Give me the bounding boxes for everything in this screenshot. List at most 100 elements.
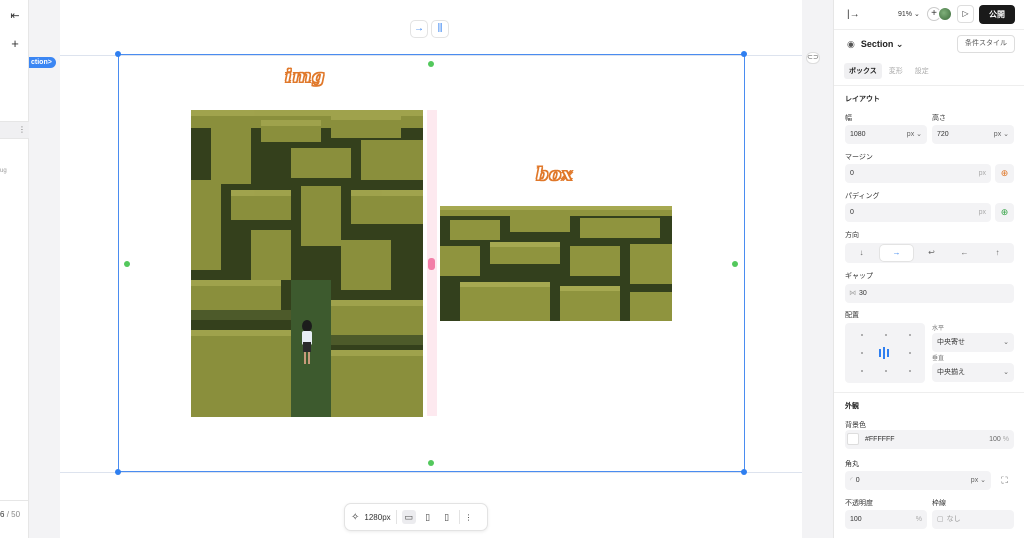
radius-value: 0: [855, 477, 860, 484]
preview-play-icon[interactable]: ▷: [957, 5, 974, 23]
horizontal-value: 中央寄せ: [937, 339, 965, 346]
horizontal-label: 水平: [932, 326, 945, 332]
bg-color-swatch[interactable]: [847, 433, 859, 445]
gap-label: ギャップ: [845, 273, 873, 280]
margin-input[interactable]: 0 px: [845, 164, 991, 183]
element-type-label: Section ⌄: [860, 39, 904, 49]
align-center-icon[interactable]: ⫼: [431, 20, 449, 38]
align-dot[interactable]: [909, 370, 911, 372]
zoom-select[interactable]: 91% ⌄: [898, 10, 920, 18]
direction-row-icon[interactable]: →: [410, 20, 428, 38]
vertical-select[interactable]: 中央揃え ⌄: [932, 363, 1014, 382]
direction-wrap-icon[interactable]: ↩: [915, 243, 948, 263]
vertical-label: 垂直: [932, 356, 945, 362]
border-icon: ▢: [937, 516, 944, 523]
alignment-grid[interactable]: [845, 323, 925, 383]
more-vertical-icon[interactable]: ⋮: [465, 513, 473, 522]
height-value: 720: [937, 131, 949, 138]
gap-handle[interactable]: [428, 258, 435, 270]
tab-settings[interactable]: 設定: [910, 63, 934, 79]
viewport-toolbar: ✧ 1280px ▭ ▯ ▯ ⋮: [344, 503, 488, 531]
padding-handle-left[interactable]: [124, 261, 130, 267]
align-dot[interactable]: [861, 334, 863, 336]
bg-color-value: #FFFFFF: [865, 436, 895, 443]
link-icon[interactable]: ⊂⊃: [806, 52, 820, 64]
resize-handle-bl[interactable]: [115, 469, 121, 475]
element-type-select[interactable]: ◉ Section ⌄: [847, 39, 903, 50]
width-unit-select[interactable]: px ⌄: [907, 125, 922, 144]
resize-handle-br[interactable]: [741, 469, 747, 475]
direction-down-icon[interactable]: ↓: [845, 243, 878, 263]
margin-individual-icon[interactable]: ⊕: [995, 164, 1014, 183]
gap-value: 30: [859, 290, 867, 297]
collapse-left-icon[interactable]: ⇤: [8, 9, 22, 23]
width-label: 幅: [845, 115, 852, 122]
padding-handle-right[interactable]: [732, 261, 738, 267]
height-unit-select[interactable]: px ⌄: [994, 125, 1009, 144]
radius-unit-select[interactable]: px ⌄: [971, 471, 986, 490]
direction-label: 方向: [845, 232, 859, 239]
gap-input[interactable]: ⋈ 30: [845, 284, 1014, 303]
desktop-icon[interactable]: ▭: [401, 510, 416, 524]
toolbar-divider: [458, 510, 460, 524]
appearance-heading: 外観: [845, 403, 859, 410]
opacity-input[interactable]: 100%: [845, 510, 927, 529]
direction-up-icon[interactable]: ↑: [981, 243, 1014, 263]
avatar[interactable]: [938, 7, 952, 21]
resize-handle-tr[interactable]: [741, 51, 747, 57]
align-dot[interactable]: [909, 352, 911, 354]
radius-input[interactable]: ◜ 0 px ⌄: [845, 471, 991, 490]
section-tag[interactable]: ction>: [29, 57, 56, 68]
padding-individual-icon[interactable]: ⊕: [995, 203, 1014, 222]
condition-style-button[interactable]: 条件スタイル: [957, 35, 1015, 53]
padding-handle-top[interactable]: [428, 61, 434, 67]
align-dot[interactable]: [885, 334, 887, 336]
toolbar-divider: [395, 510, 397, 524]
border-value: なし: [946, 516, 961, 523]
maze-image-tall[interactable]: [191, 110, 423, 417]
bg-color-input[interactable]: #FFFFFF 100 %: [845, 430, 1014, 449]
opacity-unit: %: [915, 516, 922, 523]
margin-unit: px: [978, 170, 986, 177]
divider: [834, 392, 1024, 393]
box-element-tag: box: [536, 164, 573, 186]
align-dot[interactable]: [861, 370, 863, 372]
align-dot[interactable]: [885, 370, 887, 372]
publish-button[interactable]: 公開: [979, 5, 1015, 24]
tablet-icon[interactable]: ▯: [421, 510, 435, 524]
tab-transform[interactable]: 変形: [884, 63, 908, 79]
align-dot[interactable]: [909, 334, 911, 336]
padding-input[interactable]: 0 px: [845, 203, 991, 222]
width-value: 1080: [850, 131, 866, 138]
mobile-icon[interactable]: ▯: [440, 510, 454, 524]
properties-panel: |→ 91% ⌄ + ▷ 公開 ◉ Section ⌄ 条件スタイル ボックス 変…: [833, 0, 1024, 538]
resize-handle-tl[interactable]: [115, 51, 121, 57]
direction-left-icon[interactable]: ←: [948, 243, 981, 263]
padding-handle-bottom[interactable]: [428, 460, 434, 466]
plus-icon[interactable]: +: [8, 37, 22, 51]
align-dot[interactable]: [861, 352, 863, 354]
radius-individual-icon[interactable]: ⛶: [995, 471, 1014, 490]
sparkle-icon[interactable]: ✧: [351, 512, 359, 523]
viewport-width[interactable]: 1280px: [364, 513, 390, 522]
bg-opacity-unit: %: [1002, 436, 1009, 443]
maze-image-wide[interactable]: [440, 206, 672, 321]
layer-meta-text: ug: [0, 168, 7, 174]
direction-right-icon[interactable]: →: [880, 245, 913, 261]
bg-color-label: 背景色: [845, 422, 866, 429]
vertical-value: 中央揃え: [937, 369, 965, 376]
kebab-icon[interactable]: ⋮: [18, 125, 26, 135]
exit-icon[interactable]: |→: [847, 9, 860, 20]
bg-opacity-value: 100: [989, 436, 1001, 443]
eye-icon: ◉: [847, 39, 855, 49]
height-label: 高さ: [932, 115, 946, 122]
height-input[interactable]: 720 px ⌄: [932, 125, 1014, 144]
align-center-indicator-icon: [879, 347, 889, 359]
canvas[interactable]: → ⫼ ction> img box ✧ 1280px ▭ ▯ ▯ ⋮: [29, 0, 833, 538]
width-input[interactable]: 1080 px ⌄: [845, 125, 927, 144]
border-select[interactable]: ▢ なし: [932, 510, 1014, 529]
horizontal-select[interactable]: 中央寄せ ⌄: [932, 333, 1014, 352]
section-quick-tools: → ⫼: [410, 20, 449, 38]
tab-box[interactable]: ボックス: [844, 63, 882, 79]
bg-opacity: 100 %: [989, 430, 1009, 449]
